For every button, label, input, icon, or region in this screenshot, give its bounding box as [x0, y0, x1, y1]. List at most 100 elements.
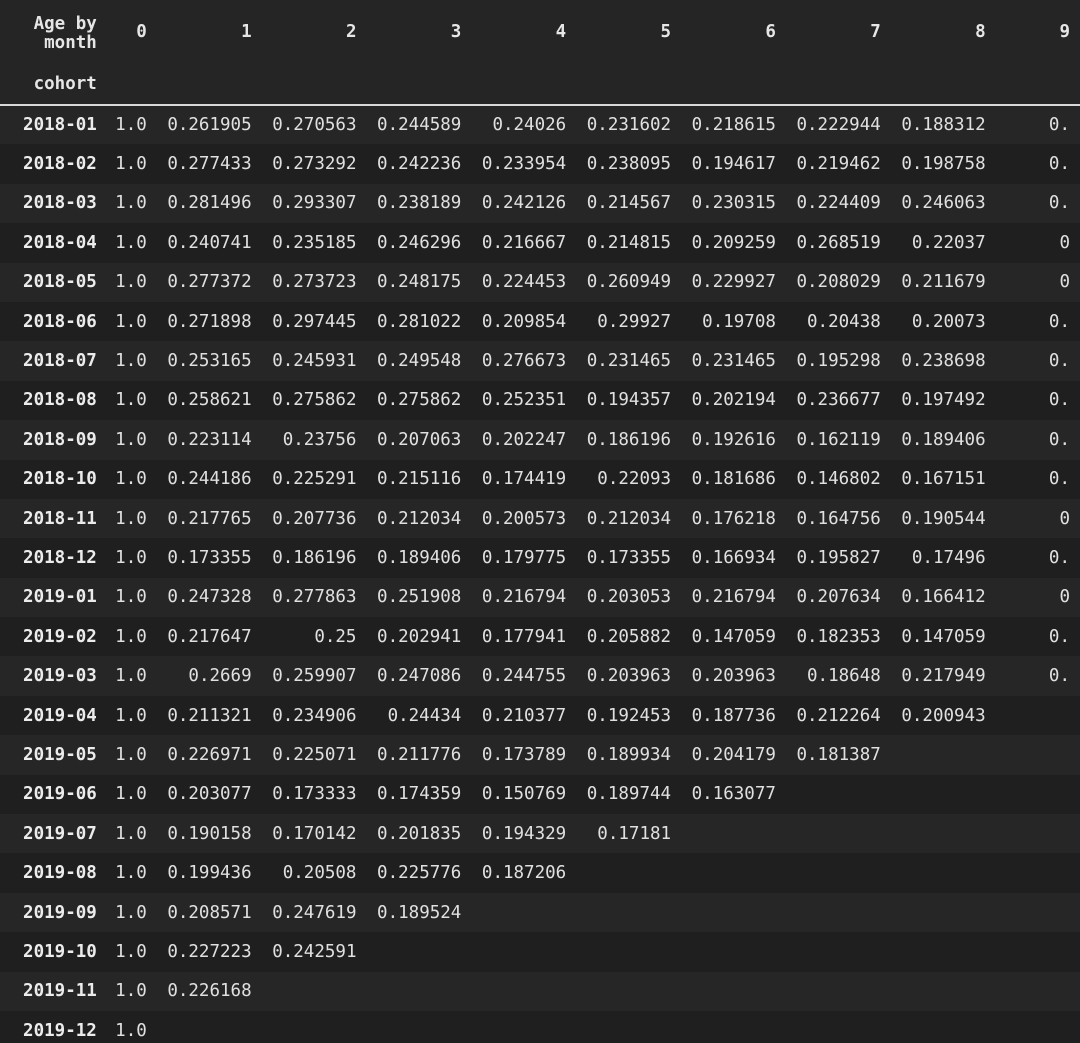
- table-cell: 0.231465: [586, 351, 672, 372]
- row-cohort-label: 2019-02: [23, 626, 97, 647]
- table-cell: [891, 893, 996, 932]
- table-cell: 0.173355: [586, 547, 672, 568]
- table-cell: 0.251908: [377, 587, 462, 608]
- column-header: 8: [975, 22, 986, 42]
- index-header-spacer: [890, 64, 996, 106]
- table-cell: 0.277863: [272, 587, 357, 608]
- table-cell: 0.218615: [691, 115, 776, 136]
- table-cell: 0.189406: [901, 429, 986, 450]
- index-header-spacer: [785, 64, 891, 106]
- table-cell: 0.211679: [901, 272, 986, 293]
- table-cell: [262, 972, 367, 1011]
- table-cell: [576, 893, 681, 932]
- table-cell: 0.212034: [377, 508, 462, 529]
- row-cohort-label: 2019-05: [23, 744, 97, 765]
- table-cell: 0.219462: [796, 154, 881, 175]
- table-cell: 0.277372: [167, 272, 252, 293]
- table-cell: 0.: [1048, 311, 1070, 332]
- table-cell: 0.273292: [272, 154, 357, 175]
- table-cell: [366, 932, 471, 971]
- table-cell: 0.166412: [901, 587, 986, 608]
- index-name-label: cohort: [0, 64, 107, 106]
- table-body: 2018-01 1.0 0.261905 0.270563 0.244589 0.2402…: [0, 105, 1080, 1043]
- table-cell: 0.173789: [481, 744, 567, 765]
- row-cohort-label: 2019-03: [23, 666, 97, 687]
- table-cell: 0.273723: [272, 272, 357, 293]
- table-cell: [996, 972, 1080, 1011]
- table-cell: [996, 853, 1080, 892]
- table-cell: 1.0: [115, 1020, 147, 1041]
- table-row: 2018-09 1.0 0.223114 0.23756 0.207063 0.20224…: [0, 420, 1080, 460]
- index-header-spacer: [576, 64, 682, 106]
- row-cohort-label: 2018-12: [23, 547, 97, 568]
- table-cell: 1.0: [115, 981, 147, 1002]
- table-cell: 0.226168: [167, 981, 252, 1002]
- table-cell: 0.174359: [377, 784, 462, 805]
- table-cell: 0.2669: [188, 666, 252, 687]
- table-cell: 0.: [1048, 429, 1070, 450]
- row-cohort-label: 2018-08: [23, 390, 97, 411]
- table-row: 2019-11 1.0 0.226168: [0, 971, 1080, 1011]
- table-cell: [576, 972, 681, 1011]
- table-cell: [996, 696, 1080, 735]
- table-cell: 1.0: [115, 823, 147, 844]
- table-row: 2019-03 1.0 0.2669 0.259907 0.247086 0.244755…: [0, 656, 1080, 696]
- table-cell: 1.0: [115, 115, 147, 136]
- table-row: 2019-09 1.0 0.208571 0.247619 0.189524: [0, 892, 1080, 933]
- index-header-spacer: [681, 64, 786, 106]
- table-cell: [681, 814, 786, 853]
- table-cell: [262, 1011, 367, 1043]
- table-cell: 0.190158: [167, 823, 252, 844]
- index-name-row: cohort: [0, 64, 1080, 106]
- table-cell: 0.271898: [167, 311, 252, 332]
- dataframe-output: Age by month 0 1 2 3 4 5 6 7 8 9 cohort 2018-01 1.…: [0, 0, 1080, 1043]
- table-cell: 0.20508: [282, 863, 357, 884]
- table-cell: 0.276673: [481, 351, 567, 372]
- table-cell: [576, 853, 681, 892]
- table-cell: 0.182353: [796, 626, 881, 647]
- table-cell: 0.259907: [272, 666, 357, 687]
- table-cell: 0.216794: [481, 587, 567, 608]
- table-cell: 0: [1059, 587, 1070, 608]
- column-header: 5: [660, 22, 672, 42]
- table-cell: 0.244755: [481, 666, 567, 687]
- table-cell: 0.275862: [272, 390, 357, 411]
- table-cell: 0.244589: [377, 115, 462, 136]
- table-cell: 0.194357: [586, 390, 672, 411]
- table-cell: 0.248175: [377, 272, 462, 293]
- column-header: 2: [345, 22, 357, 42]
- table-cell: 0.17496: [911, 547, 986, 568]
- table-cell: 0.: [1048, 193, 1070, 214]
- table-cell: 0.201835: [377, 823, 462, 844]
- table-cell: 0.252351: [481, 390, 567, 411]
- index-header-spacer: [471, 64, 577, 106]
- table-cell: 0.163077: [691, 784, 776, 805]
- table-cell: 0.173355: [167, 547, 252, 568]
- table-cell: 1.0: [115, 232, 147, 253]
- table-cell: 0.147059: [691, 626, 776, 647]
- table-cell: [681, 932, 786, 971]
- table-cell: 1.0: [115, 193, 147, 214]
- table-cell: 0.176218: [691, 508, 776, 529]
- table-cell: [996, 775, 1080, 814]
- table-cell: 0.212034: [586, 508, 672, 529]
- cohort-retention-table: Age by month 0 1 2 3 4 5 6 7 8 9 cohort 2018-01 1.…: [0, 0, 1080, 1043]
- table-cell: 0.217647: [167, 626, 252, 647]
- table-cell: 0.189934: [586, 744, 672, 765]
- table-cell: 0.24434: [387, 705, 462, 726]
- row-cohort-label: 2019-07: [23, 823, 97, 844]
- table-cell: [996, 814, 1080, 853]
- row-cohort-label: 2019-06: [23, 784, 97, 805]
- table-cell: 0.258621: [167, 390, 252, 411]
- table-cell: 0.226971: [167, 744, 252, 765]
- table-cell: 0.: [1048, 154, 1070, 175]
- table-cell: 0.20073: [911, 311, 986, 332]
- table-cell: 0.238189: [377, 193, 462, 214]
- table-cell: 1.0: [115, 705, 147, 726]
- table-cell: 1.0: [115, 784, 147, 805]
- table-cell: 0.: [1048, 666, 1070, 687]
- table-cell: 0.199436: [167, 863, 252, 884]
- row-cohort-label: 2019-09: [23, 902, 97, 923]
- table-cell: 0.195827: [796, 547, 881, 568]
- column-header: 0: [136, 22, 147, 42]
